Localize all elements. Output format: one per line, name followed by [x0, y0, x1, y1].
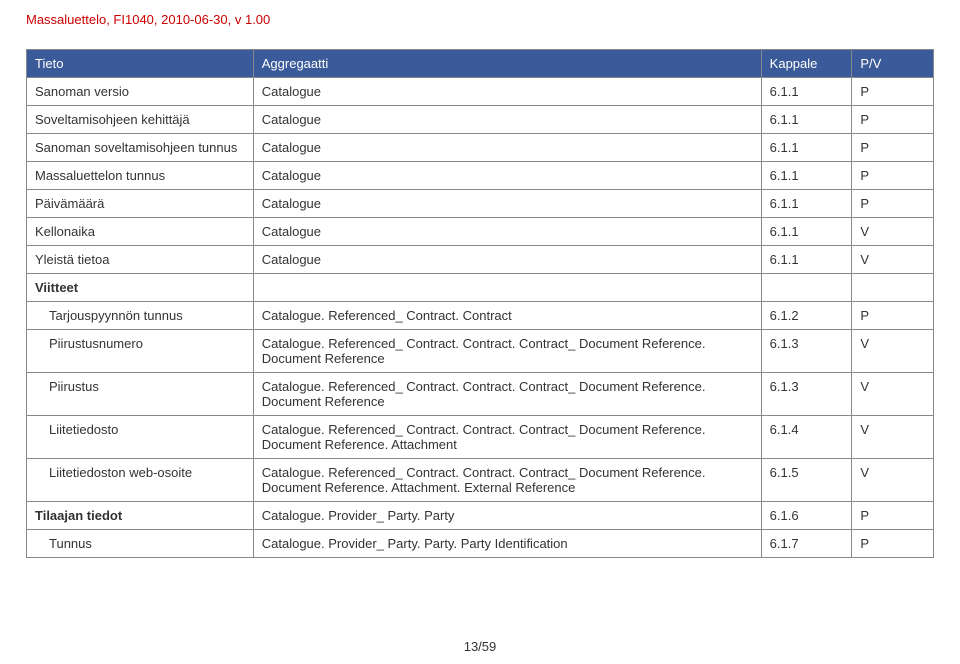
cell-agg: Catalogue	[253, 78, 761, 106]
cell-kappale: 6.1.3	[761, 373, 852, 416]
cell-pv: V	[852, 246, 934, 274]
cell-agg: Catalogue. Referenced_ Contract. Contrac…	[253, 373, 761, 416]
cell-tieto: Liitetiedoston web-osoite	[27, 459, 254, 502]
cell-tieto: Kellonaika	[27, 218, 254, 246]
cell-agg: Catalogue. Referenced_ Contract. Contrac…	[253, 459, 761, 502]
cell-tieto: Soveltamisohjeen kehittäjä	[27, 106, 254, 134]
col-aggregaatti: Aggregaatti	[253, 50, 761, 78]
empty-cell	[761, 274, 852, 302]
cell-tieto: Liitetiedosto	[27, 416, 254, 459]
cell-kappale: 6.1.1	[761, 246, 852, 274]
main-table-wrap: Tieto Aggregaatti Kappale P/V Sanoman ve…	[0, 27, 960, 558]
cell-tieto: Sanoman soveltamisohjeen tunnus	[27, 134, 254, 162]
cell-agg: Catalogue	[253, 106, 761, 134]
cell-pv: P	[852, 134, 934, 162]
cell-kappale: 6.1.5	[761, 459, 852, 502]
cell-agg: Catalogue. Referenced_ Contract. Contrac…	[253, 302, 761, 330]
cell-agg: Catalogue	[253, 134, 761, 162]
col-kappale: Kappale	[761, 50, 852, 78]
cell-kappale: 6.1.1	[761, 218, 852, 246]
table-row: Tunnus Catalogue. Provider_ Party. Party…	[27, 530, 934, 558]
table-row: Piirustusnumero Catalogue. Referenced_ C…	[27, 330, 934, 373]
section-viitteet: Viitteet	[27, 274, 934, 302]
section-label: Tilaajan tiedot	[27, 502, 254, 530]
cell-tieto: Massaluettelon tunnus	[27, 162, 254, 190]
cell-pv: V	[852, 459, 934, 502]
cell-tieto: Tunnus	[27, 530, 254, 558]
empty-cell	[253, 274, 761, 302]
table-row: Massaluettelon tunnus Catalogue 6.1.1 P	[27, 162, 934, 190]
table-row: Päivämäärä Catalogue 6.1.1 P	[27, 190, 934, 218]
table-row: Liitetiedoston web-osoite Catalogue. Ref…	[27, 459, 934, 502]
table-row: Soveltamisohjeen kehittäjä Catalogue 6.1…	[27, 106, 934, 134]
cell-pv: P	[852, 78, 934, 106]
cell-kappale: 6.1.1	[761, 134, 852, 162]
cell-agg: Catalogue. Provider_ Party. Party. Party…	[253, 530, 761, 558]
cell-agg: Catalogue	[253, 162, 761, 190]
cell-kappale: 6.1.2	[761, 302, 852, 330]
cell-tieto: Yleistä tietoa	[27, 246, 254, 274]
tilaajan-row: Tilaajan tiedot Catalogue. Provider_ Par…	[27, 502, 934, 530]
table-row: Kellonaika Catalogue 6.1.1 V	[27, 218, 934, 246]
col-tieto: Tieto	[27, 50, 254, 78]
cell-tieto: Sanoman versio	[27, 78, 254, 106]
cell-kappale: 6.1.1	[761, 78, 852, 106]
spec-table: Tieto Aggregaatti Kappale P/V Sanoman ve…	[26, 49, 934, 558]
cell-pv: P	[852, 302, 934, 330]
cell-kappale: 6.1.1	[761, 106, 852, 134]
page-number: 13/59	[0, 639, 960, 654]
table-row: Sanoman soveltamisohjeen tunnus Catalogu…	[27, 134, 934, 162]
cell-pv: P	[852, 530, 934, 558]
table-row: Liitetiedosto Catalogue. Referenced_ Con…	[27, 416, 934, 459]
cell-agg: Catalogue	[253, 246, 761, 274]
empty-cell	[852, 274, 934, 302]
cell-pv: V	[852, 330, 934, 373]
cell-pv: P	[852, 106, 934, 134]
cell-kappale: 6.1.4	[761, 416, 852, 459]
cell-kappale: 6.1.3	[761, 330, 852, 373]
cell-agg: Catalogue. Provider_ Party. Party	[253, 502, 761, 530]
cell-agg: Catalogue	[253, 218, 761, 246]
cell-tieto: Tarjouspyynnön tunnus	[27, 302, 254, 330]
table-row: Yleistä tietoa Catalogue 6.1.1 V	[27, 246, 934, 274]
cell-tieto: Piirustusnumero	[27, 330, 254, 373]
cell-pv: V	[852, 218, 934, 246]
cell-tieto: Piirustus	[27, 373, 254, 416]
cell-pv: V	[852, 416, 934, 459]
cell-kappale: 6.1.1	[761, 162, 852, 190]
table-row: Tarjouspyynnön tunnus Catalogue. Referen…	[27, 302, 934, 330]
cell-agg: Catalogue. Referenced_ Contract. Contrac…	[253, 416, 761, 459]
cell-pv: V	[852, 373, 934, 416]
cell-agg: Catalogue. Referenced_ Contract. Contrac…	[253, 330, 761, 373]
cell-kappale: 6.1.6	[761, 502, 852, 530]
section-label: Viitteet	[27, 274, 254, 302]
cell-pv: P	[852, 190, 934, 218]
table-header-row: Tieto Aggregaatti Kappale P/V	[27, 50, 934, 78]
cell-pv: P	[852, 162, 934, 190]
cell-kappale: 6.1.1	[761, 190, 852, 218]
document-header: Massaluettelo, FI1040, 2010-06-30, v 1.0…	[0, 0, 960, 27]
table-row: Piirustus Catalogue. Referenced_ Contrac…	[27, 373, 934, 416]
table-row: Sanoman versio Catalogue 6.1.1 P	[27, 78, 934, 106]
cell-tieto: Päivämäärä	[27, 190, 254, 218]
cell-kappale: 6.1.7	[761, 530, 852, 558]
cell-pv: P	[852, 502, 934, 530]
col-pv: P/V	[852, 50, 934, 78]
cell-agg: Catalogue	[253, 190, 761, 218]
